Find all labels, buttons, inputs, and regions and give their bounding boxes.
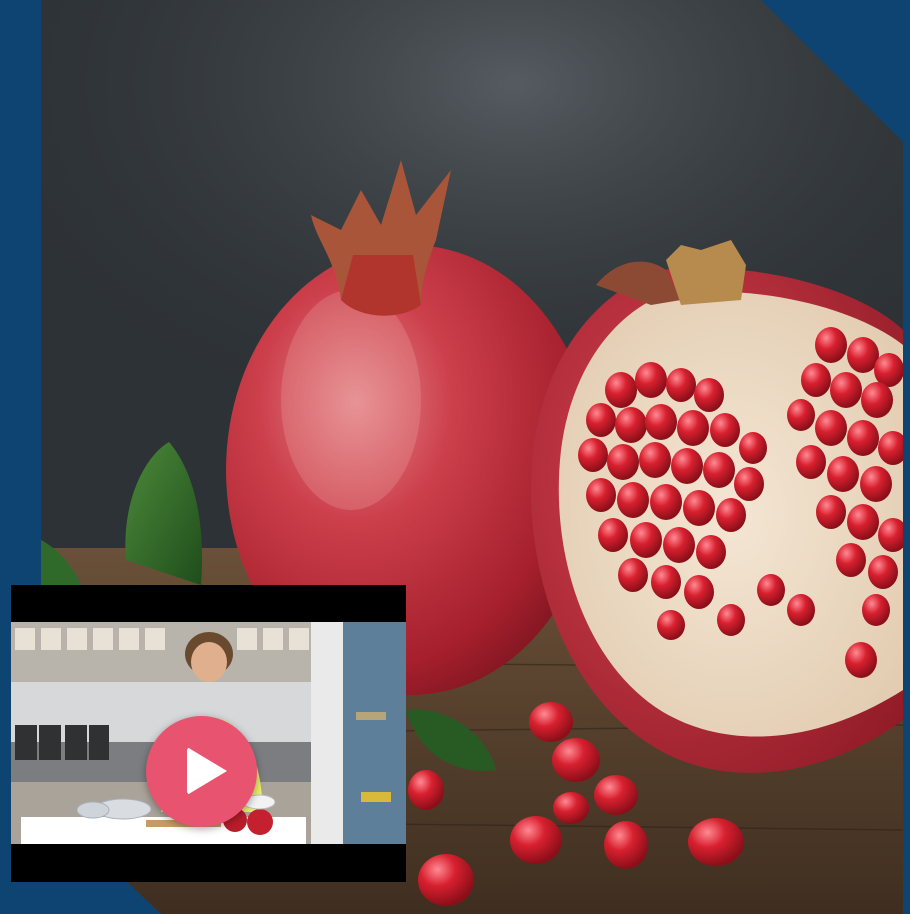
video-player[interactable] [11, 585, 406, 882]
video-thumbnail[interactable] [11, 622, 406, 844]
page-canvas [0, 0, 910, 914]
play-button[interactable] [146, 716, 257, 827]
play-icon [187, 747, 227, 795]
